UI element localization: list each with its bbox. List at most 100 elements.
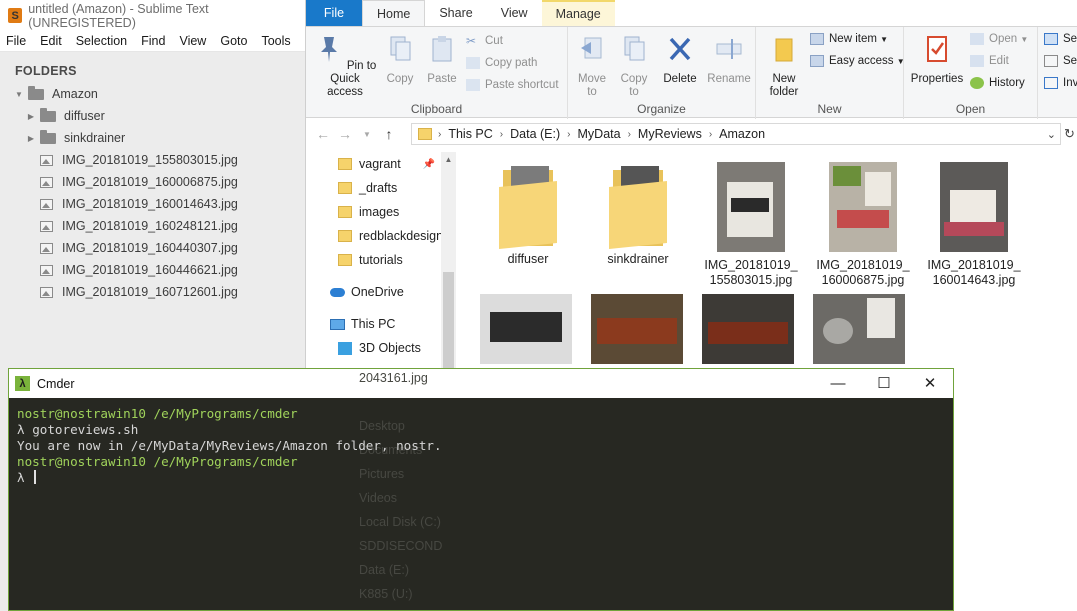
- minimize-icon[interactable]: —: [815, 369, 861, 398]
- nav-item-this-pc[interactable]: This PC: [330, 317, 395, 331]
- recent-dropdown-icon[interactable]: ▼: [356, 130, 378, 139]
- new-group: New folder New item ▼ Easy access ▼ New: [756, 27, 905, 119]
- rename-button[interactable]: Rename: [706, 33, 752, 86]
- nav-item-onedrive[interactable]: OneDrive: [330, 285, 404, 299]
- copy-button[interactable]: Copy: [380, 33, 420, 86]
- paste-shortcut-button[interactable]: Paste shortcut: [466, 79, 559, 91]
- new-item-button[interactable]: New item ▼: [810, 33, 888, 45]
- select-none-button[interactable]: Sel: [1044, 55, 1077, 67]
- item-folder-sinkdrainer[interactable]: sinkdrainer: [594, 164, 682, 267]
- expanded-arrow-icon[interactable]: ▼: [14, 89, 24, 99]
- back-arrow-icon[interactable]: ←: [312, 126, 334, 142]
- item-image-2[interactable]: IMG_20181019_160006875.jpg: [810, 162, 916, 288]
- image-thumbnail-row2[interactable]: [591, 294, 683, 364]
- nav-item-vagrant[interactable]: vagrant 📌: [338, 157, 435, 171]
- address-breadcrumb[interactable]: › This PC › Data (E:) › MyData › MyRevie…: [411, 123, 1061, 145]
- collapsed-arrow-icon[interactable]: ▶: [26, 133, 36, 143]
- tree-folder-diffuser[interactable]: ▶ diffuser: [0, 105, 305, 127]
- menu-file[interactable]: File: [6, 34, 26, 48]
- tab-view[interactable]: View: [487, 0, 542, 26]
- delete-button[interactable]: Delete: [660, 33, 700, 86]
- breadcrumb-chevron-icon: ›: [627, 128, 631, 140]
- sublime-menubar: File Edit Selection Find View Goto Tools…: [0, 31, 317, 52]
- nav-item-drafts[interactable]: _drafts: [338, 181, 397, 195]
- paste-shortcut-icon: [466, 79, 480, 91]
- item-image-3[interactable]: IMG_20181019_160014643.jpg: [921, 162, 1027, 288]
- ghost-text: K885 (U:): [359, 587, 413, 601]
- tab-home[interactable]: Home: [362, 0, 426, 26]
- tree-file[interactable]: IMG_20181019_160006875.jpg: [0, 171, 305, 193]
- nav-item-redblackdesign[interactable]: redblackdesign: [338, 229, 443, 243]
- cut-button[interactable]: ✂ Cut: [466, 35, 503, 47]
- tree-file[interactable]: IMG_20181019_160014643.jpg: [0, 193, 305, 215]
- menu-find[interactable]: Find: [141, 34, 165, 48]
- select-all-button[interactable]: Sel: [1044, 33, 1077, 45]
- tab-share[interactable]: Share: [425, 0, 486, 26]
- command-output: You are now in /e/MyData/MyReviews/Amazo…: [17, 438, 442, 453]
- rename-label: Rename: [707, 73, 751, 85]
- tree-file[interactable]: IMG_20181019_160248121.jpg: [0, 215, 305, 237]
- tab-file[interactable]: File: [306, 0, 362, 26]
- properties-button[interactable]: Properties: [908, 33, 966, 86]
- menu-goto[interactable]: Goto: [220, 34, 247, 48]
- prompt-lambda: λ: [17, 422, 25, 437]
- nav-label: _drafts: [359, 181, 398, 195]
- crumb-mydata[interactable]: MyData: [578, 127, 621, 141]
- image-thumbnail-row2[interactable]: [813, 294, 905, 364]
- tree-file-label: IMG_20181019_160014643.jpg: [62, 197, 238, 211]
- new-folder-button[interactable]: New folder: [762, 33, 806, 99]
- maximize-icon[interactable]: ☐: [861, 369, 907, 398]
- open-button[interactable]: Open ▼: [970, 33, 1028, 45]
- easy-access-button[interactable]: Easy access ▼: [810, 55, 905, 67]
- up-arrow-icon[interactable]: ↑: [378, 126, 400, 142]
- forward-arrow-icon[interactable]: →: [334, 126, 356, 142]
- tree-file-label: IMG_20181019_160712601.jpg: [62, 285, 238, 299]
- copy-to-icon: [624, 36, 645, 61]
- crumb-this-pc[interactable]: This PC: [448, 127, 492, 141]
- nav-item-3d-objects[interactable]: 3D Objects: [338, 341, 421, 355]
- address-dropdown-icon[interactable]: ⌄: [1047, 128, 1056, 141]
- tree-file[interactable]: IMG_20181019_160712601.jpg: [0, 281, 305, 303]
- invert-selection-button[interactable]: Inv: [1044, 77, 1077, 89]
- dropdown-arrow-icon: ▼: [1020, 34, 1029, 44]
- menu-view[interactable]: View: [179, 34, 206, 48]
- text-cursor: [34, 470, 37, 484]
- menu-selection[interactable]: Selection: [76, 34, 127, 48]
- refresh-icon[interactable]: ↻: [1064, 126, 1075, 142]
- item-image-1[interactable]: IMG_20181019_155803015.jpg: [698, 162, 804, 288]
- move-to-button[interactable]: Move to: [574, 33, 610, 99]
- tree-file[interactable]: IMG_20181019_155803015.jpg: [0, 149, 305, 171]
- item-folder-diffuser[interactable]: diffuser: [484, 164, 572, 267]
- scroll-up-icon[interactable]: ▲: [441, 152, 456, 164]
- crumb-data-e[interactable]: Data (E:): [510, 127, 560, 141]
- copy-path-button[interactable]: Copy path: [466, 57, 537, 69]
- pin-quick-access-button[interactable]: Pin to Quick access: [312, 33, 378, 99]
- select-all-label: Sel: [1063, 33, 1077, 45]
- item-label: IMG_20181019_155803015.jpg: [704, 258, 798, 287]
- select-none-icon: [1044, 55, 1058, 67]
- ribbon-tabs: File Home Share View Manage: [306, 0, 1077, 26]
- image-thumbnail-row2[interactable]: [480, 294, 572, 364]
- collapsed-arrow-icon[interactable]: ▶: [26, 111, 36, 121]
- close-icon[interactable]: ✕: [907, 369, 953, 398]
- tree-folder-sinkdrainer[interactable]: ▶ sinkdrainer: [0, 127, 305, 149]
- paste-button[interactable]: Paste: [422, 33, 462, 86]
- edit-button[interactable]: Edit: [970, 55, 1009, 67]
- tree-root-folder[interactable]: ▼ Amazon: [0, 83, 305, 105]
- copy-to-button[interactable]: Copy to: [616, 33, 652, 99]
- crumb-amazon[interactable]: Amazon: [719, 127, 765, 141]
- history-button[interactable]: History: [970, 77, 1025, 89]
- crumb-myreviews[interactable]: MyReviews: [638, 127, 702, 141]
- menu-tools[interactable]: Tools: [261, 34, 290, 48]
- nav-item-images[interactable]: images: [338, 205, 399, 219]
- terminal-output[interactable]: nostr@nostrawin10 /e/MyPrograms/cmder λ …: [9, 398, 953, 486]
- new-item-label: New item: [829, 33, 877, 45]
- scroll-thumb[interactable]: [443, 272, 454, 372]
- nav-item-tutorials[interactable]: tutorials: [338, 253, 403, 267]
- folder-icon: [338, 206, 352, 218]
- tree-file[interactable]: IMG_20181019_160446621.jpg: [0, 259, 305, 281]
- image-thumbnail-row2[interactable]: [702, 294, 794, 364]
- menu-edit[interactable]: Edit: [40, 34, 62, 48]
- tree-file[interactable]: IMG_20181019_160440307.jpg: [0, 237, 305, 259]
- tab-manage[interactable]: Manage: [541, 0, 615, 26]
